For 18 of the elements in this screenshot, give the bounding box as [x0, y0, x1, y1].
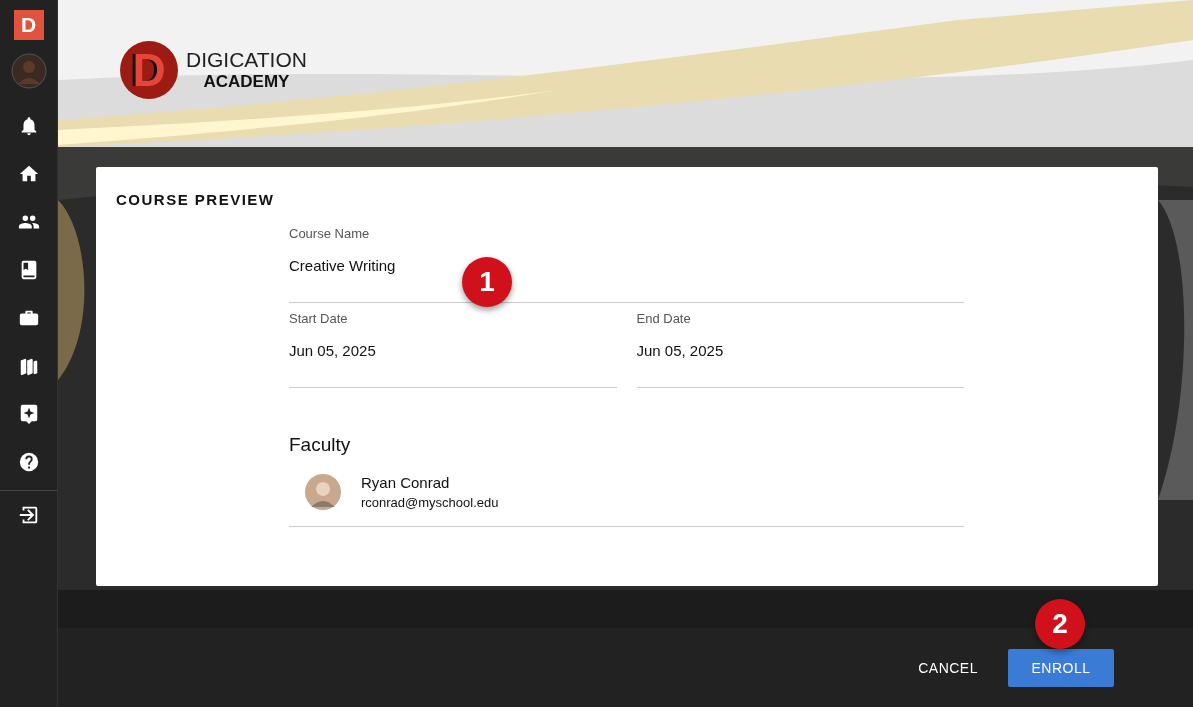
- help-icon[interactable]: [17, 451, 40, 473]
- field-value: Jun 05, 2025: [636, 342, 725, 359]
- app-logo[interactable]: D: [13, 10, 44, 40]
- logo-title: DIGICATION: [186, 47, 307, 72]
- card-title: COURSE PREVIEW: [116, 191, 276, 208]
- cancel-button[interactable]: CANCEL: [918, 651, 978, 684]
- faculty-email: rconrad@myschool.edu: [361, 495, 499, 510]
- field-value: Creative Writing: [289, 257, 397, 274]
- faculty-heading: Faculty: [289, 434, 352, 456]
- faculty-name: Ryan Conrad: [361, 474, 451, 491]
- faculty-avatar-icon: [305, 474, 341, 510]
- field-label: End Date: [636, 311, 692, 326]
- field-value: Jun 05, 2025: [289, 342, 377, 359]
- logo-subtitle: ACADEMY: [203, 71, 290, 92]
- enroll-button[interactable]: ENROLL: [1008, 648, 1114, 687]
- logout-icon[interactable]: [17, 504, 40, 526]
- field-label: Course Name: [289, 226, 371, 241]
- field-label: Start Date: [289, 311, 349, 326]
